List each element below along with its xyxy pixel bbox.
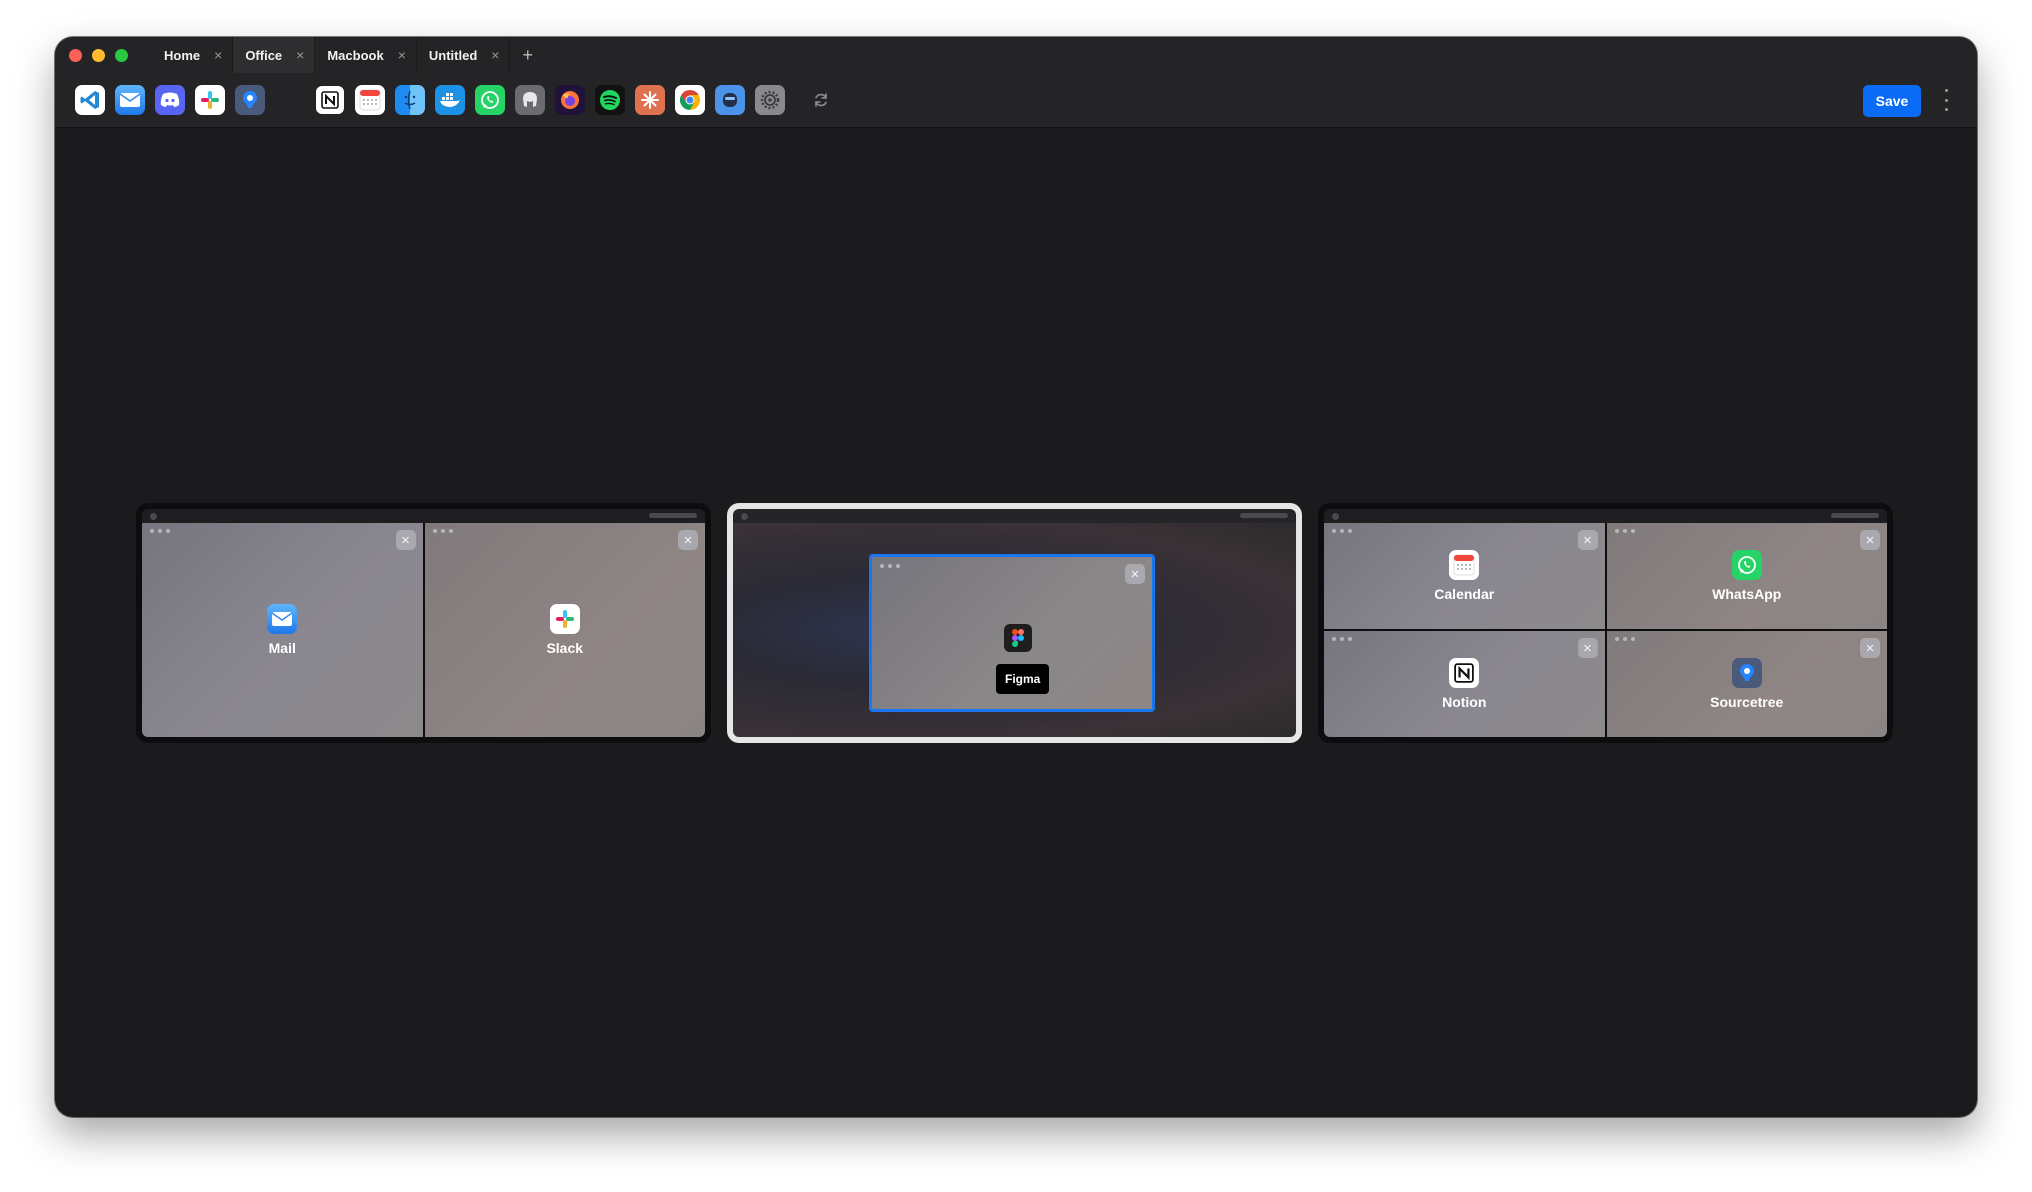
zoom-window-button[interactable] <box>115 49 128 62</box>
window-pane-figma[interactable]: × Figma <box>869 554 1155 712</box>
more-vertical-icon[interactable] <box>1943 89 1949 111</box>
add-tab-button[interactable]: + <box>510 37 545 73</box>
drag-handle-icon[interactable] <box>150 529 170 533</box>
slack-icon <box>549 604 580 634</box>
desktop-panes: × Figma <box>733 523 1296 737</box>
chrome-icon[interactable] <box>675 85 705 115</box>
close-icon[interactable]: × <box>395 530 416 550</box>
mail-icon <box>267 604 298 634</box>
drag-handle-icon[interactable] <box>1614 529 1635 533</box>
pane-label: Slack <box>546 640 584 656</box>
window-pane-notion[interactable]: × Notion <box>1324 631 1605 737</box>
notion-icon[interactable] <box>315 85 345 115</box>
tab-label: Home <box>164 47 201 63</box>
refresh-icon[interactable] <box>811 90 831 110</box>
claude-icon[interactable] <box>635 85 665 115</box>
tab-close-icon[interactable]: × <box>491 47 499 63</box>
whatsapp-icon[interactable] <box>475 85 505 115</box>
app-label-tooltip: Figma <box>996 664 1050 694</box>
finder-icon[interactable] <box>395 85 425 115</box>
whatsapp-icon <box>1731 550 1762 580</box>
sourcetree-icon <box>1731 658 1762 688</box>
settings-icon[interactable] <box>755 85 785 115</box>
pane-label: WhatsApp <box>1712 586 1782 602</box>
tabs: Home × Office × Macbook × Untitled × + <box>152 37 545 73</box>
close-window-button[interactable] <box>69 49 82 62</box>
save-button[interactable]: Save <box>1863 85 1921 117</box>
desktop-header <box>1324 509 1887 523</box>
docker-icon[interactable] <box>435 85 465 115</box>
pane-label: Notion <box>1442 694 1487 710</box>
spotify-icon[interactable] <box>595 85 625 115</box>
tab-bar: Home × Office × Macbook × Untitled × + <box>55 37 1977 74</box>
tab-close-icon[interactable]: × <box>296 47 304 63</box>
drag-handle-icon[interactable] <box>880 564 900 568</box>
firefox-icon[interactable] <box>555 85 585 115</box>
close-icon[interactable]: × <box>1125 564 1145 584</box>
tab-office[interactable]: Office × <box>233 37 316 73</box>
desktop-panes: × Mail × Slack <box>142 523 705 737</box>
figma-icon <box>1004 624 1032 652</box>
tab-macbook[interactable]: Macbook × <box>315 37 417 73</box>
close-icon[interactable]: × <box>678 530 698 550</box>
slack-icon[interactable] <box>195 85 225 115</box>
desktop-header <box>733 509 1296 523</box>
close-icon[interactable]: × <box>1577 638 1598 658</box>
calendar-icon[interactable] <box>355 85 385 115</box>
tab-label: Untitled <box>428 47 478 63</box>
desktop-right[interactable]: × Calendar × WhatsApp × Notion × Sourcet… <box>1318 503 1893 743</box>
window-pane-sourcetree[interactable]: × Sourcetree <box>1606 631 1887 737</box>
tab-label: Macbook <box>327 47 384 63</box>
tab-home[interactable]: Home × <box>152 37 234 73</box>
desktop-panes: × Calendar × WhatsApp × Notion × Sourcet… <box>1324 523 1887 737</box>
calendar-icon <box>1449 550 1480 580</box>
desktop-left[interactable]: × Mail × Slack <box>136 503 711 743</box>
codeedit-icon[interactable] <box>715 85 745 115</box>
pane-label: Calendar <box>1434 586 1495 602</box>
app-window: Home × Office × Macbook × Untitled × + S… <box>55 37 1977 1117</box>
desktop-header <box>142 509 705 523</box>
tab-label: Office <box>245 47 283 63</box>
tab-close-icon[interactable]: × <box>398 47 406 63</box>
minimize-window-button[interactable] <box>92 49 105 62</box>
sourcetree-icon[interactable] <box>235 85 265 115</box>
toolbar: Save <box>55 73 1977 128</box>
tableplus-icon[interactable] <box>515 85 545 115</box>
discord-icon[interactable] <box>155 85 185 115</box>
close-icon[interactable]: × <box>1860 530 1880 550</box>
drag-handle-icon[interactable] <box>1332 637 1352 641</box>
desktop-center[interactable]: × Figma <box>727 503 1302 743</box>
tab-close-icon[interactable]: × <box>214 47 222 63</box>
tab-untitled[interactable]: Untitled × <box>417 37 511 73</box>
window-pane-whatsapp[interactable]: × WhatsApp <box>1606 523 1887 629</box>
notion-icon <box>1449 658 1480 688</box>
close-icon[interactable]: × <box>1577 530 1598 550</box>
drag-handle-icon[interactable] <box>432 529 453 533</box>
mail-icon[interactable] <box>115 85 145 115</box>
pane-label: Sourcetree <box>1710 694 1784 710</box>
window-pane-calendar[interactable]: × Calendar <box>1324 523 1605 629</box>
window-pane-slack[interactable]: × Slack <box>424 523 705 737</box>
drag-handle-icon[interactable] <box>1614 637 1635 641</box>
close-icon[interactable]: × <box>1860 638 1880 658</box>
drag-handle-icon[interactable] <box>1332 529 1352 533</box>
vscode-icon[interactable] <box>75 85 105 115</box>
window-pane-mail[interactable]: × Mail <box>142 523 423 737</box>
pane-label: Mail <box>268 640 296 656</box>
